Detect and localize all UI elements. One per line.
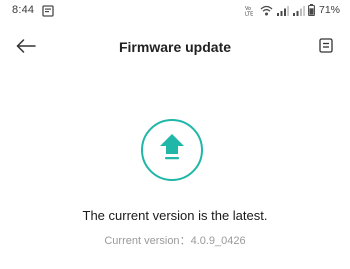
current-version-value: 4.0.9_0426	[190, 235, 246, 247]
update-status-message: The current version is the latest.	[82, 208, 268, 223]
title-bar: Firmware update	[0, 30, 350, 66]
firmware-update-screen: 8:44 Vo LTE 71% Firmware update The curr…	[0, 0, 350, 269]
status-time: 8:44	[12, 4, 35, 16]
notification-icon	[42, 4, 54, 17]
page-title: Firmware update	[118, 39, 232, 55]
version-separator: ：	[179, 235, 191, 247]
current-version-label: Current version	[104, 235, 180, 247]
battery-percent: 71%	[318, 4, 340, 16]
status-icons: Vo LTE 71%	[245, 4, 340, 16]
signal-icon	[276, 5, 289, 16]
status-bar: 8:44 Vo LTE 71%	[0, 0, 350, 22]
update-status-circle	[141, 119, 203, 181]
document-icon	[319, 38, 333, 58]
wifi-icon	[260, 5, 273, 16]
upload-arrow-icon	[159, 133, 185, 168]
battery-icon	[308, 4, 315, 16]
svg-text:LTE: LTE	[245, 11, 253, 16]
signal-icon-2	[292, 5, 305, 16]
current-version: Current version：4.0.9_0426	[0, 232, 350, 248]
volte-icon: Vo LTE	[245, 5, 257, 16]
update-log-button[interactable]	[312, 34, 340, 62]
